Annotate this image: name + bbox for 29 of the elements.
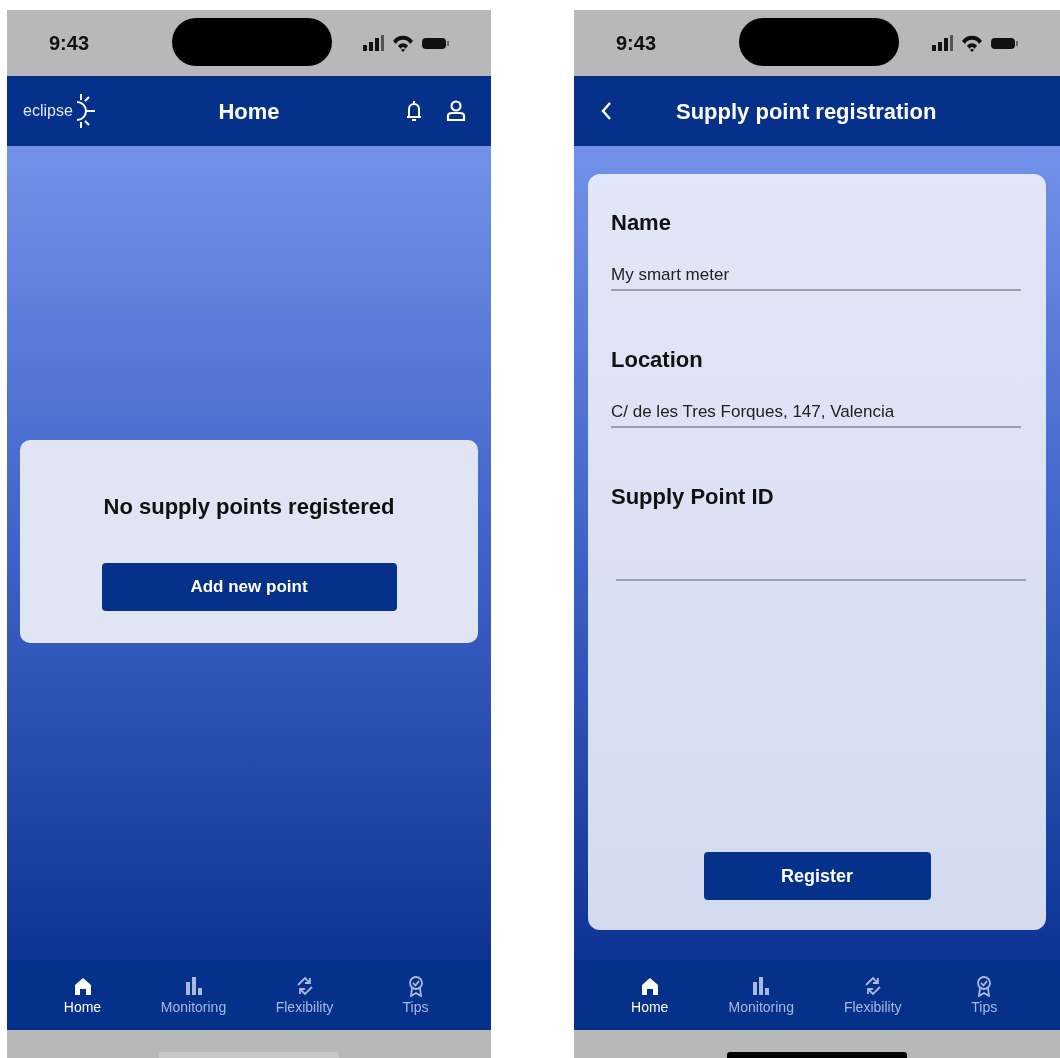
add-point-button[interactable]: Add new point	[101, 563, 397, 611]
nav-tab[interactable]: Tips	[939, 975, 1030, 1015]
header-title: Supply point registration	[676, 97, 937, 126]
nav-tab[interactable]: Monitoring	[148, 975, 239, 1015]
signal-icon	[363, 35, 384, 51]
nav-tab[interactable]: Monitoring	[716, 975, 807, 1015]
field-label: Name	[611, 209, 672, 237]
user-icon	[445, 99, 467, 123]
nav-tab[interactable]: Flexibility	[259, 975, 350, 1015]
text-field[interactable]: My smart meter	[611, 261, 1021, 291]
nav-tab[interactable]: Flexibility	[827, 975, 918, 1015]
header-title: Home	[218, 97, 280, 126]
nav-tab[interactable]: Home	[37, 975, 128, 1015]
nav-tab[interactable]: Tips	[370, 975, 461, 1015]
logo-text: eclipse	[23, 101, 73, 121]
battery-icon	[422, 36, 449, 50]
text-field[interactable]: C/ de les Tres Forques, 147, Valencia	[611, 398, 1021, 428]
back-chevron-icon	[600, 101, 614, 121]
nav-tab[interactable]: Home	[604, 975, 695, 1015]
status-time: 9:43	[616, 31, 658, 56]
status-time: 9:43	[49, 31, 91, 56]
wifi-icon	[961, 34, 983, 52]
field-label: Supply Point ID	[611, 483, 775, 511]
wifi-icon	[392, 34, 414, 52]
empty-state-message: No supply points registered	[103, 493, 395, 521]
register-button[interactable]: Register	[703, 852, 931, 900]
field-label: Location	[611, 346, 704, 374]
battery-icon	[991, 36, 1018, 50]
signal-icon	[932, 35, 953, 51]
